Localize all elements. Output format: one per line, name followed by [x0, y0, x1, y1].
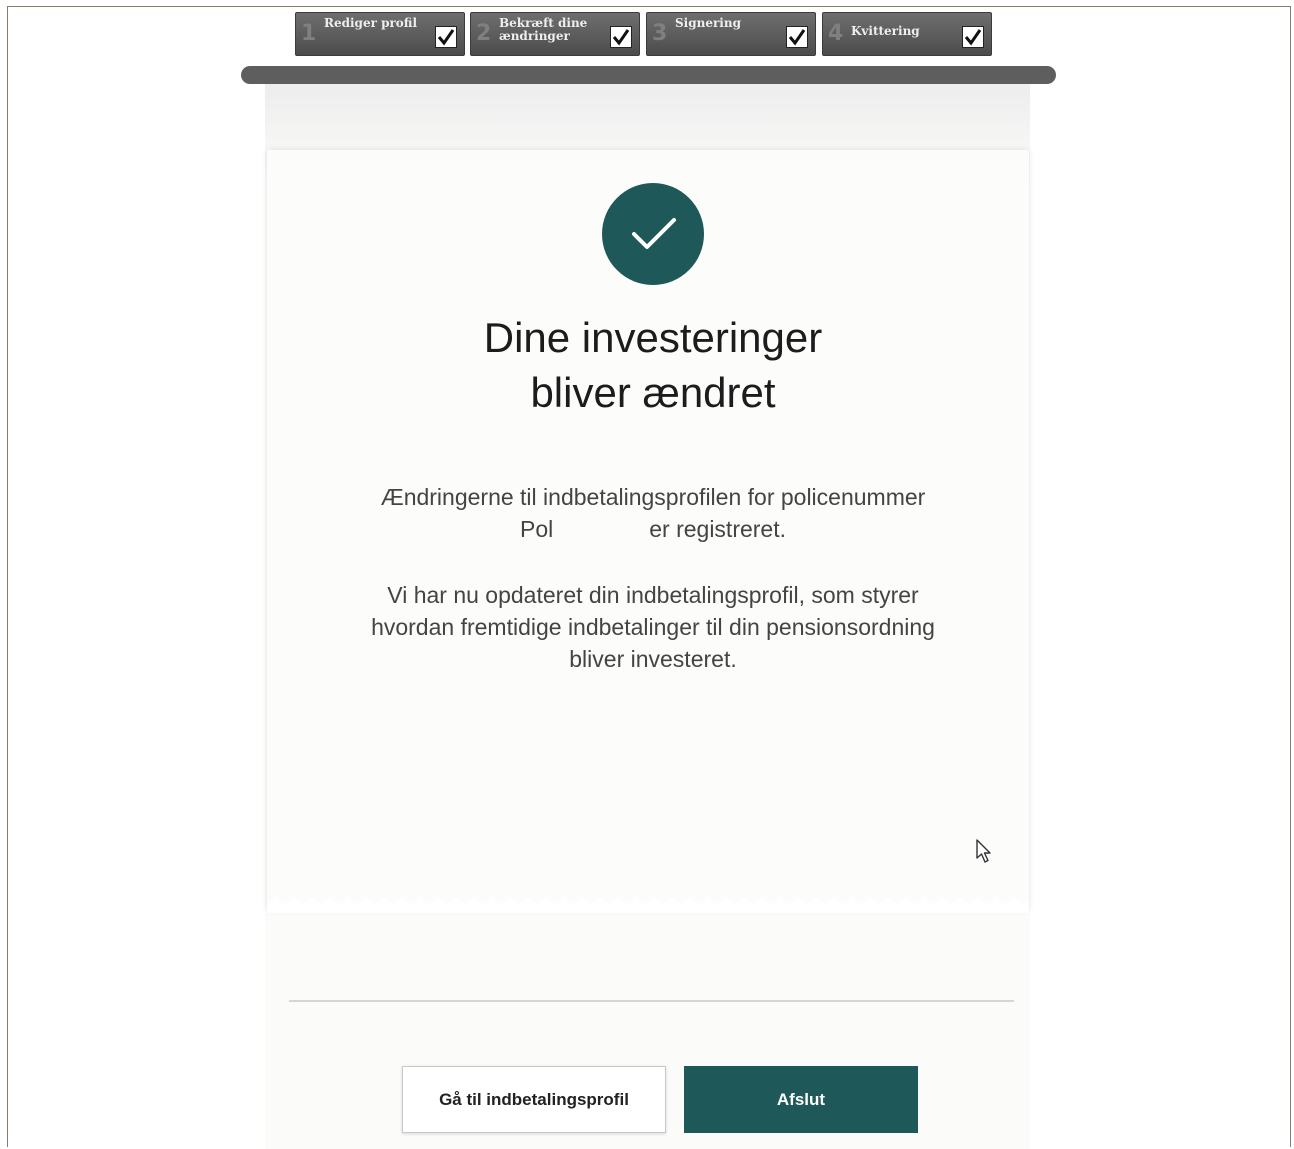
checkbox-checked-icon	[610, 26, 632, 48]
headline-line-2: bliver ændret	[530, 369, 776, 416]
checkbox-checked-icon	[962, 26, 984, 48]
confirmation-line-1: Ændringerne til indbetalingsprofilen for…	[380, 484, 926, 510]
step-number: 2	[476, 21, 492, 46]
checkbox-checked-icon	[786, 26, 808, 48]
step-number: 4	[828, 21, 844, 46]
progress-stepper: 1 Rediger profil 2 Bekræft dine ændringe…	[295, 12, 995, 56]
page-title: Dine investeringer bliver ændret	[400, 310, 906, 420]
go-to-payment-profile-button[interactable]: Gå til indbetalingsprofil	[402, 1066, 666, 1133]
step-bekraeft-aendringer[interactable]: 2 Bekræft dine ændringer	[470, 12, 640, 56]
policy-prefix: Pol	[519, 516, 554, 542]
receipt-torn-edge	[267, 897, 1029, 913]
step-kvittering[interactable]: 4 Kvittering	[822, 12, 992, 56]
step-number: 1	[301, 21, 317, 46]
info-text: Vi har nu opdateret din indbetalingsprof…	[340, 579, 966, 675]
headline-line-1: Dine investeringer	[483, 314, 823, 361]
mouse-pointer-icon	[976, 839, 991, 863]
checkbox-checked-icon	[435, 26, 457, 48]
step-signering[interactable]: 3 Signering	[646, 12, 816, 56]
step-label: Rediger profil	[324, 16, 418, 30]
step-label: Kvittering	[851, 24, 920, 38]
step-label: Bekræft dine ændringer	[499, 16, 588, 43]
info-line-3: bliver investeret.	[569, 646, 737, 672]
finish-button[interactable]: Afslut	[684, 1066, 918, 1133]
receipt-roll-bar	[241, 66, 1056, 84]
success-checkmark-icon	[602, 183, 704, 285]
step-number: 3	[652, 21, 668, 46]
confirmation-text: Ændringerne til indbetalingsprofilen for…	[340, 481, 966, 545]
info-line-1: Vi har nu opdateret din indbetalingsprof…	[387, 582, 919, 608]
section-divider	[289, 1000, 1014, 1002]
step-rediger-profil[interactable]: 1 Rediger profil	[295, 12, 465, 56]
confirmation-suffix: er registreret.	[649, 516, 786, 542]
info-line-2: hvordan fremtidige indbetalinger til din…	[371, 614, 935, 640]
step-label: Signering	[675, 16, 741, 30]
